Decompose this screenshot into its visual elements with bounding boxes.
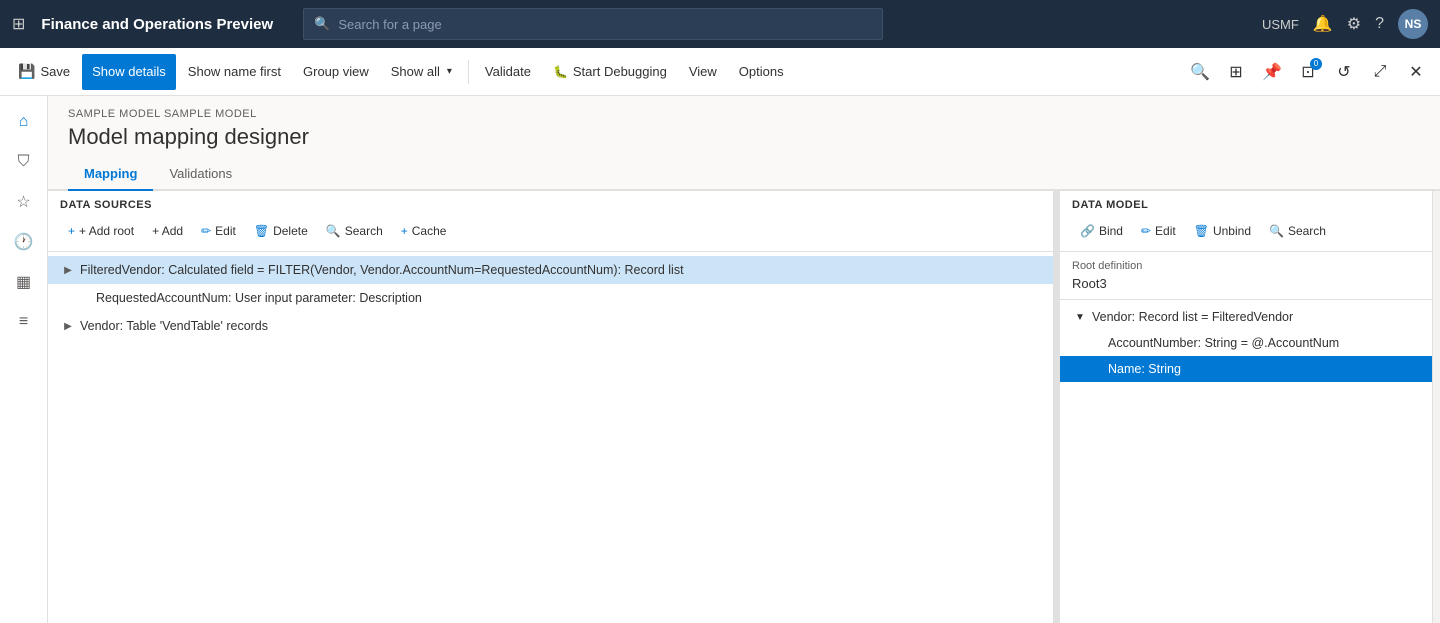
data-sources-tree: ▶ FilteredVendor: Calculated field = FIL… <box>48 252 1053 623</box>
sidebar-item-list[interactable]: ≡ <box>6 304 42 340</box>
tree-item-vendor[interactable]: ▶ Vendor: Table 'VendTable' records <box>48 312 1053 340</box>
data-model-toolbar: 🔗 Bind ✏ Edit 🗑 Unbind <box>1072 217 1420 245</box>
ds-cache-button[interactable]: + Cache <box>393 217 455 245</box>
user-label: USMF <box>1262 17 1299 32</box>
tree-item-filteredvendor[interactable]: ▶ FilteredVendor: Calculated field = FIL… <box>48 256 1053 284</box>
ds-edit-icon: ✏ <box>201 224 211 238</box>
tree-toggle-vendor[interactable]: ▶ <box>60 318 76 334</box>
save-icon: 💾 <box>18 63 35 80</box>
ds-search-icon: 🔍 <box>326 224 341 238</box>
validate-button[interactable]: Validate <box>475 54 541 90</box>
tabs: Mapping Validations <box>48 158 1440 191</box>
data-model-title: DATA MODEL <box>1072 199 1420 211</box>
ds-cache-icon: + <box>401 224 408 238</box>
toolbar-connect-icon-btn[interactable]: ⊞ <box>1220 56 1252 88</box>
show-all-chevron: ▾ <box>447 66 452 77</box>
notifications-icon[interactable]: 🔔 <box>1313 14 1333 34</box>
data-sources-header: DATA SOURCES + + Add root + Add ✏ Edit <box>48 191 1053 252</box>
toolbar-search-icon-btn[interactable]: 🔍 <box>1184 56 1216 88</box>
show-details-button[interactable]: Show details <box>82 54 176 90</box>
main-layout: ⌂ ⛉ ☆ 🕐 ▦ ≡ SAMPLE MODEL SAMPLE MODEL Mo… <box>0 96 1440 623</box>
help-icon[interactable]: ? <box>1375 15 1384 33</box>
right-scroll-track[interactable] <box>1432 191 1440 623</box>
dm-bind-icon: 🔗 <box>1080 224 1095 238</box>
page-header: SAMPLE MODEL SAMPLE MODEL Model mapping … <box>48 96 1440 158</box>
save-button[interactable]: 💾 Save <box>8 54 80 90</box>
dm-edit-icon: ✏ <box>1141 224 1151 238</box>
dm-edit-button[interactable]: ✏ Edit <box>1133 217 1184 245</box>
start-debugging-button[interactable]: 🐛 Start Debugging <box>543 54 677 90</box>
toolbar-refresh-icon-btn[interactable]: ↺ <box>1328 56 1360 88</box>
data-model-header: DATA MODEL 🔗 Bind ✏ Edit <box>1060 191 1432 252</box>
data-sources-toolbar: + + Add root + Add ✏ Edit 🗑 Delete <box>60 217 1041 245</box>
sidebar-item-filter[interactable]: ⛉ <box>6 144 42 180</box>
data-sources-title: DATA SOURCES <box>60 199 1041 211</box>
dm-tree-item-name[interactable]: ▶ Name: String <box>1060 356 1432 382</box>
sidebar-item-star[interactable]: ☆ <box>6 184 42 220</box>
ds-edit-button[interactable]: ✏ Edit <box>193 217 244 245</box>
root-def-value: Root3 <box>1072 276 1420 291</box>
breadcrumb: SAMPLE MODEL SAMPLE MODEL <box>68 108 1420 120</box>
dm-unbind-button[interactable]: 🗑 Unbind <box>1186 217 1259 245</box>
group-view-button[interactable]: Group view <box>293 54 379 90</box>
toolbar-pin-icon-btn[interactable]: 📌 <box>1256 56 1288 88</box>
ds-search-button[interactable]: 🔍 Search <box>318 217 391 245</box>
content-area: SAMPLE MODEL SAMPLE MODEL Model mapping … <box>48 96 1440 623</box>
tab-validations[interactable]: Validations <box>153 158 248 191</box>
page-title: Model mapping designer <box>68 124 1420 150</box>
tree-toggle-filteredvendor[interactable]: ▶ <box>60 262 76 278</box>
options-button[interactable]: Options <box>729 54 794 90</box>
dm-bind-button[interactable]: 🔗 Bind <box>1072 217 1131 245</box>
ds-add-button[interactable]: + Add <box>144 217 191 245</box>
toolbar-close-icon-btn[interactable]: ✕ <box>1400 56 1432 88</box>
view-button[interactable]: View <box>679 54 727 90</box>
data-model-tree: ▼ Vendor: Record list = FilteredVendor ▶… <box>1060 300 1432 623</box>
dm-tree-item-vendor[interactable]: ▼ Vendor: Record list = FilteredVendor <box>1060 304 1432 330</box>
left-sidebar: ⌂ ⛉ ☆ 🕐 ▦ ≡ <box>0 96 48 623</box>
data-model-pane: DATA MODEL 🔗 Bind ✏ Edit <box>1060 191 1440 623</box>
sidebar-item-recent[interactable]: 🕐 <box>6 224 42 260</box>
root-def-label: Root definition <box>1072 260 1420 272</box>
tab-mapping[interactable]: Mapping <box>68 158 153 191</box>
toolbar-separator-1 <box>468 60 469 84</box>
top-nav-right: USMF 🔔 ⚙ ? NS <box>1262 9 1428 39</box>
data-sources-pane: DATA SOURCES + + Add root + Add ✏ Edit <box>48 191 1054 623</box>
tree-item-requestedaccountnum[interactable]: ▶ RequestedAccountNum: User input parame… <box>48 284 1053 312</box>
sidebar-item-home[interactable]: ⌂ <box>6 104 42 140</box>
toolbar-expand-icon-btn[interactable]: ⤢ <box>1364 56 1396 88</box>
add-root-button[interactable]: + + Add root <box>60 217 142 245</box>
add-root-icon: + <box>68 224 75 238</box>
settings-icon[interactable]: ⚙ <box>1347 14 1361 34</box>
search-placeholder: Search for a page <box>338 17 441 32</box>
dm-search-button[interactable]: 🔍 Search <box>1261 217 1334 245</box>
main-toolbar: 💾 Save Show details Show name first Grou… <box>0 48 1440 96</box>
search-icon: 🔍 <box>314 16 330 32</box>
debug-icon: 🐛 <box>553 65 568 79</box>
sidebar-item-table[interactable]: ▦ <box>6 264 42 300</box>
show-all-button[interactable]: Show all ▾ <box>381 54 462 90</box>
avatar[interactable]: NS <box>1398 9 1428 39</box>
toolbar-badge-container: ⊡ 0 <box>1292 56 1324 88</box>
grid-icon[interactable]: ⊞ <box>12 14 25 34</box>
global-search-box[interactable]: 🔍 Search for a page <box>303 8 883 40</box>
toolbar-right-icons: 🔍 ⊞ 📌 ⊡ 0 ↺ ⤢ ✕ <box>1184 56 1432 88</box>
top-nav: ⊞ Finance and Operations Preview 🔍 Searc… <box>0 0 1440 48</box>
dm-toggle-vendor[interactable]: ▼ <box>1072 309 1088 325</box>
show-name-first-button[interactable]: Show name first <box>178 54 291 90</box>
right-scrollbar-container: DATA MODEL 🔗 Bind ✏ Edit <box>1060 191 1440 623</box>
ds-delete-button[interactable]: 🗑 Delete <box>246 217 316 245</box>
dm-tree-item-accountnumber[interactable]: ▶ AccountNumber: String = @.AccountNum <box>1060 330 1432 356</box>
split-pane: DATA SOURCES + + Add root + Add ✏ Edit <box>48 191 1440 623</box>
ds-delete-icon: 🗑 <box>254 224 269 238</box>
app-title: Finance and Operations Preview <box>41 16 273 33</box>
dm-unbind-icon: 🗑 <box>1194 224 1209 238</box>
root-definition-section: Root definition Root3 <box>1060 252 1432 300</box>
dm-search-icon: 🔍 <box>1269 224 1284 238</box>
badge-count: 0 <box>1310 58 1322 70</box>
